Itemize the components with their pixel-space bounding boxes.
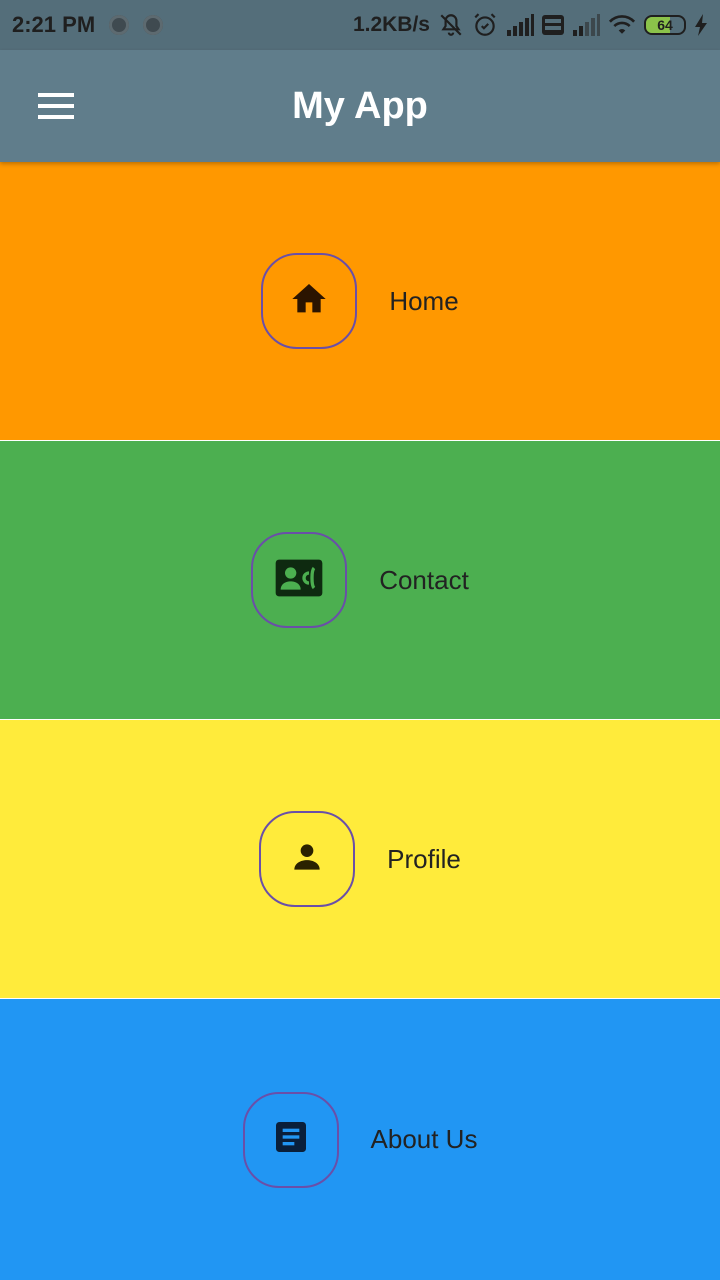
section-profile[interactable]: Profile <box>0 720 720 998</box>
app-title: My App <box>292 85 428 127</box>
status-time: 2:21 PM <box>12 12 96 37</box>
section-profile-label: Profile <box>387 843 461 874</box>
alarm-icon <box>472 12 498 38</box>
contact-card-icon <box>274 558 324 603</box>
mute-icon <box>438 12 464 38</box>
section-contact[interactable]: Contact <box>0 441 720 719</box>
home-icon <box>289 279 329 324</box>
section-profile-content: Profile <box>259 811 461 907</box>
person-icon <box>288 838 326 881</box>
signal-icon <box>506 14 534 36</box>
section-home-label: Home <box>389 285 459 316</box>
battery-level: 64 <box>657 17 673 33</box>
menu-line <box>38 104 74 108</box>
section-home[interactable]: Home <box>0 162 720 440</box>
status-left: 2:21 PM <box>12 12 164 38</box>
contact-icon-circle <box>251 532 348 628</box>
app-screen: 2:21 PM 1.2KB/s 64 My App Home Contact P… <box>0 0 720 1280</box>
about-us-icon-circle <box>242 1091 339 1188</box>
home-icon-circle <box>261 253 358 349</box>
app-bar: My App <box>0 50 720 162</box>
status-bar: 2:21 PM 1.2KB/s 64 <box>0 0 720 50</box>
section-contact-content: Contact <box>251 532 469 628</box>
status-right: 1.2KB/s 64 <box>353 12 708 38</box>
section-about-us[interactable]: About Us <box>0 999 720 1280</box>
section-about-us-label: About Us <box>370 1124 478 1154</box>
section-home-content: Home <box>261 253 459 349</box>
notification-dot-icon <box>143 15 164 35</box>
signal-icon <box>572 14 600 36</box>
menu-line <box>38 93 74 97</box>
article-icon <box>271 1117 311 1162</box>
profile-icon-circle <box>259 811 356 907</box>
battery-icon: 64 <box>644 15 686 35</box>
menu-line <box>38 115 74 119</box>
notification-dot-icon <box>109 15 130 35</box>
network-speed: 1.2KB/s <box>352 13 430 36</box>
charging-icon <box>694 14 708 36</box>
wifi-icon <box>608 14 636 36</box>
section-contact-label: Contact <box>379 564 469 595</box>
section-about-us-content: About Us <box>242 1091 478 1188</box>
volte-icon <box>542 15 564 35</box>
hamburger-menu-icon[interactable] <box>26 80 86 132</box>
